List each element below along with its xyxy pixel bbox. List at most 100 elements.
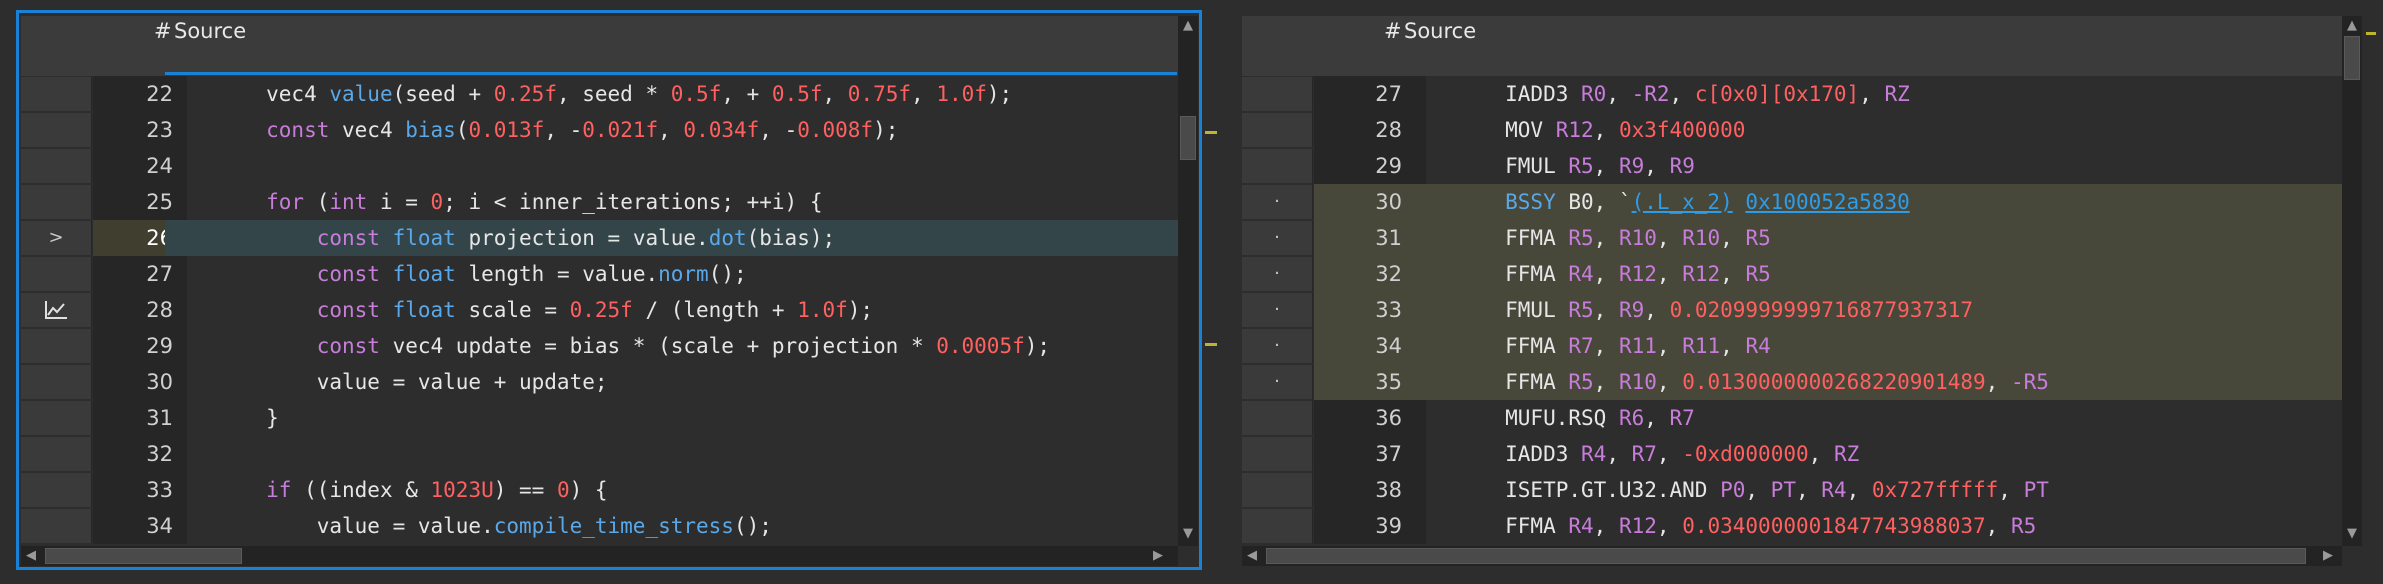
code-token: R9 xyxy=(1618,154,1645,178)
scroll-left-arrow-icon[interactable]: ◀ xyxy=(1242,546,1262,566)
assembly-instruction-text[interactable]: MUFU.RSQ R6, R7 xyxy=(1404,400,1695,436)
code-link[interactable]: (.L_x_2) xyxy=(1632,190,1733,214)
code-token: R5 xyxy=(1745,262,1771,286)
gutter-dot-icon[interactable]: · xyxy=(1242,257,1313,291)
left-overview-marker xyxy=(1205,131,1217,134)
assembly-instruction-text[interactable]: IADD3 R4, R7, -0xd000000, RZ xyxy=(1404,436,1859,472)
right-overview-marker xyxy=(2366,32,2376,35)
right-code-list[interactable]: 27 IADD3 R0, -R2, c[0x0][0x170], RZ 28 MO… xyxy=(1242,76,2342,544)
code-token: PT xyxy=(1770,478,1796,502)
assembly-instruction-text[interactable]: ISETP.GT.U32.AND P0, PT, R4, 0x727fffff,… xyxy=(1404,472,2049,508)
code-token: , xyxy=(1669,82,1695,106)
gutter-cell[interactable] xyxy=(1242,77,1313,111)
gutter-dot-icon[interactable]: · xyxy=(1242,293,1313,327)
gutter-dot-icon[interactable]: · xyxy=(1242,221,1313,255)
code-token: R5 xyxy=(1568,226,1594,250)
right-code-row[interactable]: 28 MOV R12, 0x3f400000 xyxy=(1242,112,2342,148)
code-token: R12 xyxy=(1555,118,1594,142)
assembly-instruction-text[interactable]: FFMA R5, R10, 0.0130000000268220901489, … xyxy=(1404,364,2049,400)
code-token: RZ xyxy=(1884,82,1910,106)
right-header-title[interactable]: Source xyxy=(1404,19,1476,43)
code-token: , xyxy=(1998,478,2024,502)
code-token: MOV xyxy=(1404,118,1556,142)
code-token: R4 xyxy=(1581,442,1607,466)
code-token: R12 xyxy=(1618,262,1657,286)
assembly-instruction-text[interactable]: BSSY B0, `(.L_x_2) 0x100052a5830 xyxy=(1404,184,1910,220)
scroll-down-arrow-icon[interactable]: ▼ xyxy=(2342,524,2362,544)
code-token: , xyxy=(1593,370,1619,394)
assembly-instruction-text[interactable]: FMUL R5, R9, 0.0209999999716877937317 xyxy=(1404,292,1973,328)
assembly-instruction-text[interactable]: FFMA R5, R10, R10, R5 xyxy=(1404,220,1771,256)
right-code-row[interactable]: · 31 FFMA R5, R10, R10, R5 xyxy=(1242,220,2342,256)
code-token: , xyxy=(1745,478,1771,502)
code-token: R10 xyxy=(1618,226,1657,250)
right-code-row[interactable]: · 30 BSSY B0, `(.L_x_2) 0x100052a5830 xyxy=(1242,184,2342,220)
right-assembly-pane[interactable]: # Source 27 IADD3 R0, -R2, c[0x0][0x170]… xyxy=(1225,0,2383,584)
right-code-row[interactable]: · 34 FFMA R7, R11, R11, R4 xyxy=(1242,328,2342,364)
code-token: , xyxy=(1606,442,1632,466)
right-horizontal-scrollbar[interactable]: ◀ ▶ xyxy=(1242,546,2342,566)
code-token: R12 xyxy=(1618,514,1657,538)
code-token: -0xd000000 xyxy=(1682,442,1809,466)
code-token: , xyxy=(1644,154,1670,178)
scroll-right-arrow-icon[interactable]: ▶ xyxy=(2318,546,2338,566)
code-token: FFMA xyxy=(1404,334,1569,358)
code-token: -R5 xyxy=(2010,370,2049,394)
code-token: , xyxy=(1593,154,1619,178)
code-token: , xyxy=(1795,478,1822,502)
code-token: IADD3 xyxy=(1404,442,1582,466)
gutter-dot-icon[interactable]: · xyxy=(1242,185,1313,219)
right-code-row[interactable]: · 35 FFMA R5, R10, 0.01300000002682209014… xyxy=(1242,364,2342,400)
code-link[interactable]: 0x100052a5830 xyxy=(1745,190,1909,214)
code-token: R0 xyxy=(1581,82,1607,106)
left-source-pane[interactable]: # Source 22 vec4 value(seed + 0.25f, see… xyxy=(0,0,1225,584)
code-token: , xyxy=(1593,118,1619,142)
right-code-row[interactable]: 36 MUFU.RSQ R6, R7 xyxy=(1242,400,2342,436)
gutter-cell[interactable] xyxy=(1242,509,1313,543)
code-token: , xyxy=(1656,226,1683,250)
code-token: 0.0130000000268220901489 xyxy=(1682,370,1986,394)
right-vscroll-thumb[interactable] xyxy=(2344,36,2360,80)
code-token: 0x727fffff xyxy=(1871,478,1999,502)
right-code-row[interactable]: 39 FFMA R4, R12, 0.034000000184774398803… xyxy=(1242,508,2342,544)
code-token: RZ xyxy=(1833,442,1860,466)
code-token: FMUL xyxy=(1404,154,1569,178)
code-token: R5 xyxy=(1568,298,1594,322)
code-token: R11 xyxy=(1682,334,1721,358)
scroll-up-arrow-icon[interactable]: ▲ xyxy=(2342,16,2362,36)
right-vertical-scrollbar[interactable]: ▲ ▼ xyxy=(2342,16,2362,546)
gutter-cell[interactable] xyxy=(1242,473,1313,507)
gutter-cell[interactable] xyxy=(1242,401,1313,435)
gutter-cell[interactable] xyxy=(1242,113,1313,147)
assembly-instruction-text[interactable]: FFMA R4, R12, R12, R5 xyxy=(1404,256,1771,292)
code-token: R5 xyxy=(1568,370,1594,394)
assembly-instruction-text[interactable]: FFMA R4, R12, 0.0340000001847743988037, … xyxy=(1404,508,2036,544)
right-hscroll-thumb[interactable] xyxy=(1266,548,2306,564)
gutter-cell[interactable] xyxy=(1242,437,1313,471)
code-token: ISETP.GT.U32.AND xyxy=(1404,478,1721,502)
right-code-row[interactable]: · 33 FMUL R5, R9, 0.020999999971687793731… xyxy=(1242,292,2342,328)
right-code-row[interactable]: · 32 FFMA R4, R12, R12, R5 xyxy=(1242,256,2342,292)
code-token: R7 xyxy=(1631,442,1657,466)
gutter-cell[interactable] xyxy=(1242,149,1313,183)
assembly-instruction-text[interactable]: MOV R12, 0x3f400000 xyxy=(1404,112,1745,148)
code-token: BSSY xyxy=(1404,190,1556,214)
code-token: , xyxy=(1846,478,1872,502)
assembly-instruction-text[interactable]: FMUL R5, R9, R9 xyxy=(1404,148,1695,184)
right-code-row[interactable]: 27 IADD3 R0, -R2, c[0x0][0x170], RZ xyxy=(1242,76,2342,112)
code-token: R9 xyxy=(1618,298,1645,322)
code-token: , xyxy=(1985,514,2011,538)
gutter-dot-icon[interactable]: · xyxy=(1242,365,1313,399)
code-token: , xyxy=(1656,262,1683,286)
code-token: , xyxy=(1859,82,1885,106)
code-token: , xyxy=(1656,514,1683,538)
code-token: , xyxy=(1593,514,1619,538)
assembly-instruction-text[interactable]: IADD3 R0, -R2, c[0x0][0x170], RZ xyxy=(1404,76,1910,112)
right-code-row[interactable]: 29 FMUL R5, R9, R9 xyxy=(1242,148,2342,184)
right-code-row[interactable]: 38 ISETP.GT.U32.AND P0, PT, R4, 0x727fff… xyxy=(1242,472,2342,508)
gutter-dot-icon[interactable]: · xyxy=(1242,329,1313,363)
right-code-row[interactable]: 37 IADD3 R4, R7, -0xd000000, RZ xyxy=(1242,436,2342,472)
assembly-instruction-text[interactable]: FFMA R7, R11, R11, R4 xyxy=(1404,328,1771,364)
code-token: , xyxy=(1644,298,1670,322)
